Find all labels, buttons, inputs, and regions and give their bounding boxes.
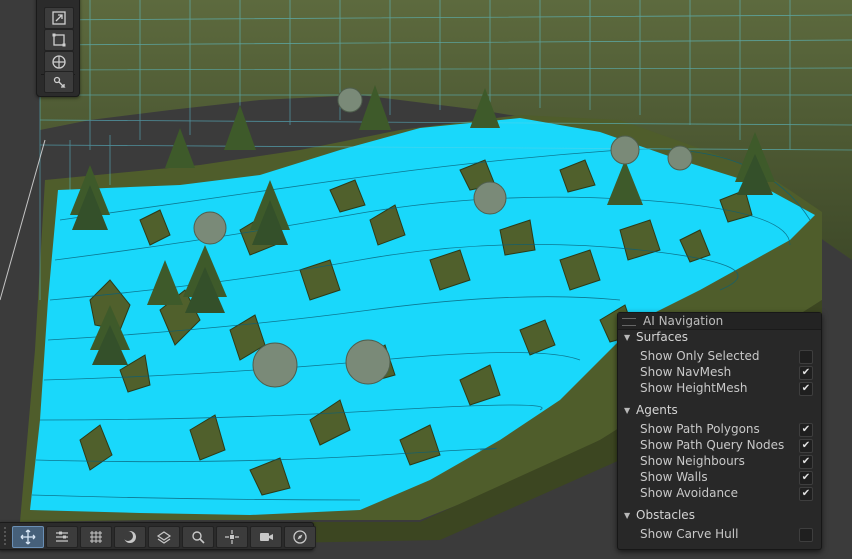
section-agents[interactable]: ▼ Agents: [624, 402, 678, 418]
section-obstacles[interactable]: ▼ Obstacles: [624, 507, 695, 523]
tool-settings-icon[interactable]: [46, 526, 78, 548]
option-show-only-selected[interactable]: Show Only Selected: [640, 348, 814, 364]
collapse-triangle-icon[interactable]: ▼: [624, 330, 636, 346]
option-show-heightmesh[interactable]: Show HeightMesh ✔: [640, 380, 814, 396]
option-show-path-polygons[interactable]: Show Path Polygons ✔: [640, 421, 814, 437]
checkbox-checked[interactable]: ✔: [799, 382, 813, 396]
ai-navigation-header[interactable]: AI Navigation: [618, 313, 821, 330]
panel-title: AI Navigation: [643, 314, 724, 328]
render-mode-icon[interactable]: [114, 526, 146, 548]
checkbox-checked[interactable]: ✔: [799, 455, 813, 469]
collapse-triangle-icon[interactable]: ▼: [624, 508, 636, 524]
option-show-walls[interactable]: Show Walls ✔: [640, 469, 814, 485]
option-show-navmesh[interactable]: Show NavMesh ✔: [640, 364, 814, 380]
camera-icon[interactable]: [250, 526, 282, 548]
bottom-overlay-toolbar: [0, 522, 316, 550]
grid-snapping-icon[interactable]: [80, 526, 112, 548]
pivot-icon[interactable]: [216, 526, 248, 548]
checkbox-checked[interactable]: ✔: [799, 366, 813, 380]
option-show-path-query-nodes[interactable]: Show Path Query Nodes ✔: [640, 437, 814, 453]
transform-tool-icon[interactable]: [44, 51, 74, 73]
panel-grip-icon[interactable]: [622, 318, 636, 326]
rect-tool-icon[interactable]: [44, 29, 74, 51]
option-show-carve-hull[interactable]: Show Carve Hull: [640, 526, 814, 542]
toolbar-grip[interactable]: [4, 527, 10, 545]
ai-navigation-panel: AI Navigation ▼ Surfaces Show Only Select…: [617, 312, 822, 550]
compass-icon[interactable]: [284, 526, 316, 548]
scale-tool-icon[interactable]: [44, 7, 74, 29]
tool-strip: [36, 0, 80, 97]
option-show-avoidance[interactable]: Show Avoidance ✔: [640, 485, 814, 501]
layers-icon[interactable]: [148, 526, 180, 548]
collapse-triangle-icon[interactable]: ▼: [624, 403, 636, 419]
search-icon[interactable]: [182, 526, 214, 548]
checkbox-checked[interactable]: ✔: [799, 487, 813, 501]
checkbox-unchecked[interactable]: [799, 350, 813, 364]
checkbox-checked[interactable]: ✔: [799, 423, 813, 437]
checkbox-unchecked[interactable]: [799, 528, 813, 542]
move-grip-icon[interactable]: [12, 526, 44, 548]
checkbox-checked[interactable]: ✔: [799, 439, 813, 453]
checkbox-checked[interactable]: ✔: [799, 471, 813, 485]
option-show-neighbours[interactable]: Show Neighbours ✔: [640, 453, 814, 469]
section-surfaces[interactable]: ▼ Surfaces: [624, 329, 688, 345]
custom-tool-icon[interactable]: [44, 71, 74, 93]
